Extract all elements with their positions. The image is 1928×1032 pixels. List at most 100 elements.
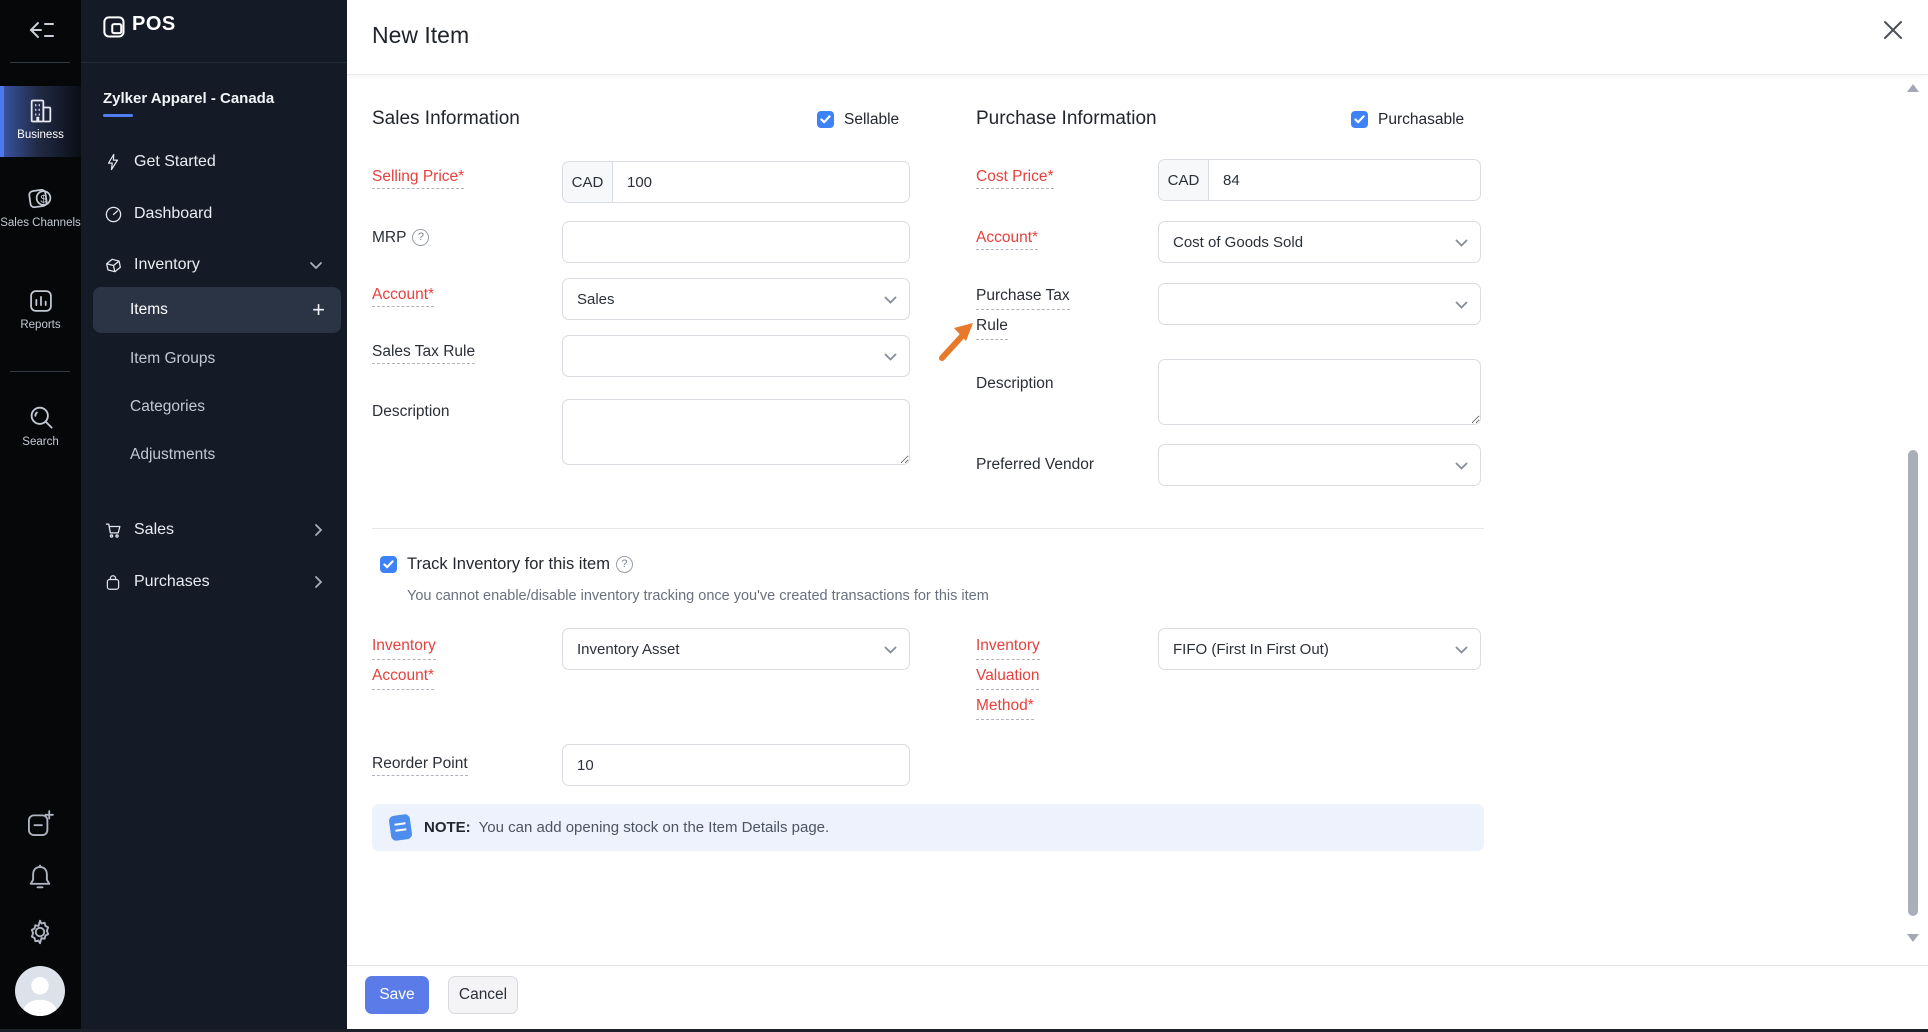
add-item-plus-icon[interactable]: +: [312, 299, 325, 321]
track-inventory-label: Track Inventory for this item?: [407, 555, 633, 574]
purchase-tax-rule-label: Purchase Tax Rule: [976, 286, 1126, 346]
purchase-tax-rule-select[interactable]: [1158, 283, 1481, 325]
settings-gear-icon[interactable]: [25, 917, 55, 947]
note-banner: NOTE: You can add opening stock on the I…: [372, 804, 1484, 851]
sidebar-item-label: Sales: [134, 521, 174, 539]
rail-item-business[interactable]: Business: [0, 97, 81, 141]
chevron-right-icon: [314, 523, 323, 537]
selling-price-input[interactable]: [613, 162, 909, 202]
mrp-label: MRP?: [372, 228, 429, 248]
sales-tax-rule-select[interactable]: [562, 335, 910, 377]
pos-logo-text: POS: [132, 13, 176, 36]
dashboard-gauge-icon: [104, 205, 124, 224]
sellable-checkbox[interactable]: [817, 111, 834, 128]
panel-header: New Item: [347, 0, 1928, 75]
app-sidebar: POS Zylker Apparel - Canada Get Started …: [81, 0, 347, 1032]
rail-divider: [10, 62, 70, 63]
cancel-button[interactable]: Cancel: [448, 976, 518, 1014]
inventory-account-select[interactable]: Inventory Asset: [562, 628, 910, 670]
sales-information-title: Sales Information: [372, 108, 520, 130]
rail-item-label: Reports: [20, 319, 60, 331]
chevron-down-icon: [884, 296, 897, 304]
sidebar-item-adjustments[interactable]: Adjustments: [130, 446, 215, 464]
sidebar-item-inventory[interactable]: Inventory: [81, 248, 347, 282]
inventory-valuation-method-select[interactable]: FIFO (First In First Out): [1158, 628, 1481, 670]
sidebar-item-items[interactable]: Items +: [93, 287, 341, 333]
purchase-description-label: Description: [976, 374, 1054, 394]
rail-item-label: Sales Channels: [0, 217, 81, 229]
note-prefix: NOTE:: [424, 819, 471, 836]
section-divider: [372, 528, 1484, 529]
cost-price-input[interactable]: [1209, 160, 1480, 200]
annotation-arrow-icon: [932, 312, 980, 362]
sidebar-item-item-groups[interactable]: Item Groups: [130, 350, 215, 368]
sidebar-item-label: Purchases: [134, 573, 210, 591]
help-icon[interactable]: ?: [616, 556, 633, 573]
cost-price-label: Cost Price*: [976, 167, 1054, 187]
track-inventory-note: You cannot enable/disable inventory trac…: [407, 588, 989, 604]
rail-item-reports[interactable]: Reports: [0, 287, 81, 331]
purchasable-checkbox[interactable]: [1351, 111, 1368, 128]
sidebar-item-purchases[interactable]: Purchases: [81, 565, 347, 599]
sales-account-label: Account*: [372, 285, 434, 305]
shopping-bag-icon: [104, 573, 124, 592]
scrollbar-down-arrow[interactable]: [1907, 934, 1919, 942]
scrollbar-up-arrow[interactable]: [1907, 84, 1919, 92]
sidebar-item-dashboard[interactable]: Dashboard: [81, 197, 347, 231]
scrollbar-thumb[interactable]: [1908, 450, 1918, 916]
note-text: You can add opening stock on the Item De…: [479, 819, 830, 836]
reorder-point-label: Reorder Point: [372, 754, 468, 774]
sales-tax-rule-label: Sales Tax Rule: [372, 342, 475, 362]
sales-description-label: Description: [372, 402, 450, 422]
reports-chart-icon: [0, 287, 81, 315]
mrp-input[interactable]: [562, 221, 910, 263]
cost-price-field: CAD: [1158, 159, 1481, 201]
notifications-bell-icon[interactable]: [25, 862, 55, 892]
close-icon[interactable]: [1880, 17, 1906, 43]
currency-prefix: CAD: [563, 162, 613, 202]
help-icon[interactable]: ?: [412, 229, 429, 246]
business-building-icon: [0, 97, 81, 125]
sidebar-divider: [81, 62, 347, 63]
sales-account-select[interactable]: Sales: [562, 278, 910, 320]
purchasable-label: Purchasable: [1378, 111, 1464, 129]
panel-footer: Save Cancel: [347, 965, 1928, 1032]
purchase-account-select[interactable]: Cost of Goods Sold: [1158, 221, 1481, 263]
chevron-down-icon: [309, 261, 323, 270]
sales-description-textarea[interactable]: [562, 399, 910, 465]
org-name-underline: [103, 114, 133, 117]
collapse-sidebar-icon[interactable]: [26, 16, 56, 44]
chevron-right-icon: [314, 575, 323, 589]
inventory-box-icon: [104, 256, 124, 275]
org-name[interactable]: Zylker Apparel - Canada: [103, 90, 274, 107]
currency-prefix: CAD: [1159, 160, 1209, 200]
purchase-description-textarea[interactable]: [1158, 359, 1481, 425]
page-title: New Item: [372, 22, 469, 49]
sidebar-item-categories[interactable]: Categories: [130, 398, 205, 416]
user-avatar[interactable]: [15, 966, 65, 1016]
rail-item-label: Search: [22, 436, 58, 448]
track-inventory-checkbox[interactable]: [380, 556, 397, 573]
shopping-cart-icon: [104, 521, 124, 540]
selling-price-field: CAD: [562, 161, 910, 203]
save-button[interactable]: Save: [365, 976, 429, 1014]
chevron-down-icon: [1455, 646, 1468, 654]
sidebar-item-sales[interactable]: Sales: [81, 513, 347, 547]
preferred-vendor-select[interactable]: [1158, 444, 1481, 486]
rail-divider: [10, 371, 70, 372]
purchase-information-title: Purchase Information: [976, 108, 1157, 130]
add-contact-icon[interactable]: [24, 808, 56, 840]
sidebar-item-get-started[interactable]: Get Started: [81, 145, 347, 179]
chevron-down-icon: [1455, 462, 1468, 470]
chevron-down-icon: [884, 646, 897, 654]
rail-item-label: Business: [17, 129, 64, 141]
chevron-down-icon: [884, 353, 897, 361]
chevron-down-icon: [1455, 301, 1468, 309]
sidebar-item-label: Inventory: [134, 256, 200, 274]
rail-item-search[interactable]: Search: [0, 402, 81, 448]
sidebar-item-label: Items: [130, 301, 168, 319]
rail-item-sales-channels[interactable]: $ Sales Channels: [0, 183, 81, 229]
new-item-panel: New Item Sales Information Sellable Sell…: [347, 0, 1928, 1032]
search-icon: [0, 402, 81, 432]
reorder-point-input[interactable]: [562, 744, 910, 786]
